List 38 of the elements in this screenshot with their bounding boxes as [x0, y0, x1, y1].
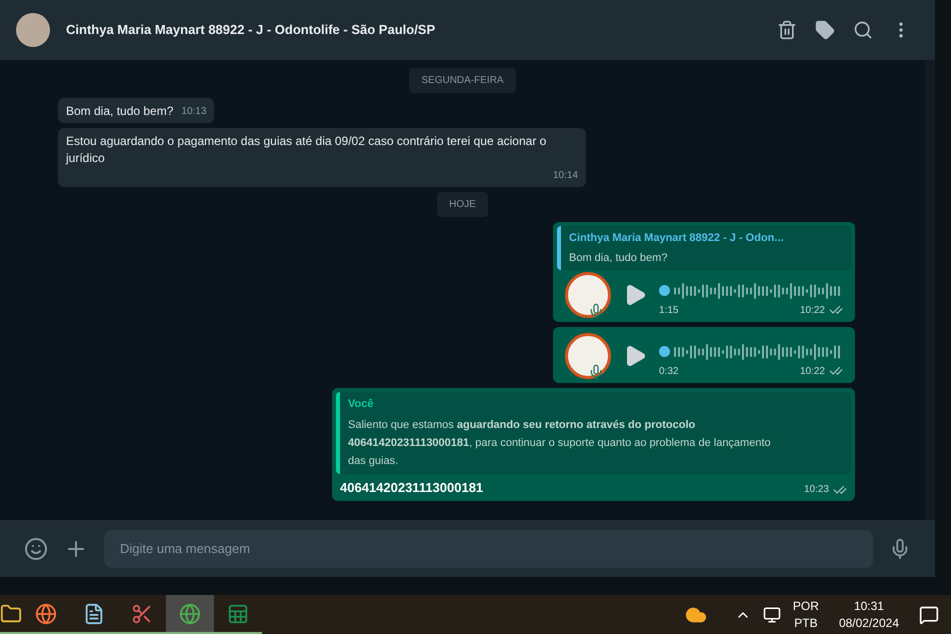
audio-duration: 1:15	[659, 304, 678, 318]
browser-icon	[179, 602, 201, 624]
date-chip: HOJE	[437, 192, 488, 217]
clock-date[interactable]: 08/02/2024	[838, 614, 899, 632]
scissors-icon	[131, 602, 153, 624]
quote-text: Saliento que estamos aguardando seu retorno através do protocolo 40641420231113000181, para continuar o suporte quanto ao problema de lançamento das guias.	[348, 418, 772, 468]
quote-author: Você	[348, 397, 374, 412]
message-time: 10:14	[552, 169, 578, 183]
message-text: Bom dia, tudo bem?	[66, 103, 174, 120]
network-icon[interactable]	[762, 606, 781, 624]
taskbar-app[interactable]	[166, 595, 214, 634]
message-time: 10:22	[800, 304, 825, 318]
quote-author: Cinthya Maria Maynart 88922 - J - Odon...	[569, 231, 785, 246]
quote-text: Bom dia, tudo bem?	[569, 250, 668, 266]
globe-icon	[35, 602, 57, 624]
notepad-icon	[83, 602, 105, 624]
microphone-icon	[588, 364, 604, 380]
folder-icon	[0, 602, 22, 624]
clock-time[interactable]: 10:31	[854, 598, 884, 614]
date-chip: SEGUNDA-FEIRA	[409, 68, 516, 93]
message-time: 10:13	[181, 105, 206, 119]
message-text: 40641420231113000181	[340, 478, 484, 496]
spreadsheet-icon	[227, 602, 249, 624]
language-label[interactable]: POR	[792, 598, 819, 614]
label-icon[interactable]	[815, 20, 835, 40]
message-input[interactable]: Digite uma mensagem	[104, 530, 873, 568]
audio-duration: 0:32	[659, 364, 678, 378]
chat-title: Cinthya Maria Maynart 88922 - J - Odontolife - São Paulo/SP	[66, 21, 436, 40]
message-text: Estou aguardando o pagamento das guias até dia 09/02 caso contrário terei que acionar o jurídico	[66, 133, 548, 167]
emoji-icon[interactable]	[24, 536, 48, 560]
keyboard-layout-label[interactable]: PTB	[794, 614, 818, 632]
delete-icon[interactable]	[777, 20, 797, 40]
notification-icon[interactable]	[919, 604, 939, 624]
message-time: 10:22	[800, 364, 825, 378]
microphone-icon	[588, 303, 604, 319]
avatar-image[interactable]	[16, 13, 50, 47]
message-time: 10:23	[804, 483, 829, 497]
search-icon[interactable]	[853, 20, 873, 40]
